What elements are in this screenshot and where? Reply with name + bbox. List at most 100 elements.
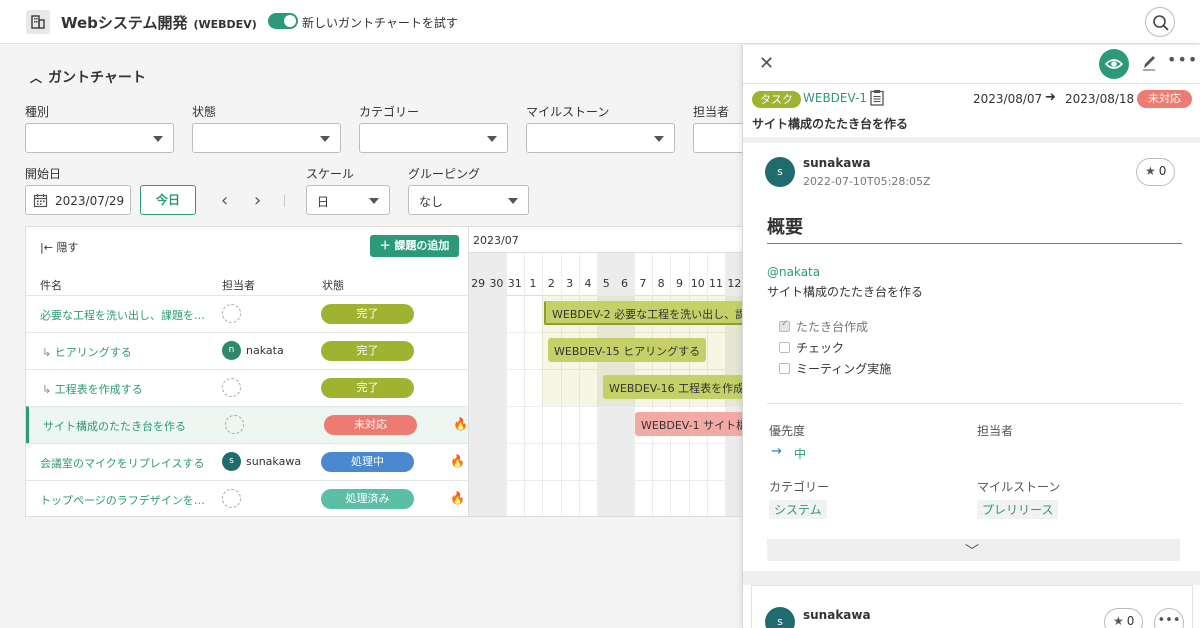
plus-icon: ＋ — [379, 239, 391, 252]
filter-label-assignee: 担当者 — [693, 105, 730, 119]
project-name: Webシステム開発 — [61, 14, 188, 32]
gantt-bar[interactable]: WEBDEV-2 必要な工程を洗い出し、課 — [544, 301, 742, 325]
status-badge[interactable]: 完了 — [321, 341, 414, 361]
scale-label: スケール — [306, 167, 355, 181]
today-button[interactable]: 今日 — [140, 185, 196, 215]
grouping-value: なし — [419, 195, 444, 209]
unassigned-avatar-icon — [222, 378, 241, 397]
filter-select-assignee[interactable] — [693, 123, 742, 153]
filter-select-category[interactable] — [359, 123, 508, 153]
table-row[interactable]: 会議室のマイクをリプレイスする s sunakawa 処理中 🔥 — [26, 443, 468, 480]
chevron-up-icon: ︿ — [30, 71, 43, 85]
star-button[interactable]: ★ 0 — [1104, 608, 1144, 628]
next-arrow-icon[interactable]: › — [254, 190, 261, 211]
milestone-value[interactable]: プレリリース — [977, 500, 1059, 519]
avatar: n — [222, 341, 241, 360]
gantt-bar[interactable]: WEBDEV-15 ヒアリングする — [548, 338, 707, 362]
pencil-icon[interactable] — [1141, 53, 1157, 74]
mention-link[interactable]: @nakata — [767, 265, 820, 279]
timeline-day-label: 2 — [547, 277, 555, 290]
hide-label: 隠す — [56, 241, 79, 254]
category-value[interactable]: システム — [769, 500, 827, 519]
new-gantt-toggle[interactable] — [268, 13, 298, 29]
grouping-label: グルーピング — [408, 167, 481, 181]
caret-down-icon — [508, 198, 518, 204]
timeline-day-column — [505, 253, 524, 516]
expand-attributes-button[interactable]: ﹀ — [767, 539, 1180, 561]
scale-select[interactable]: 日 — [306, 185, 390, 215]
timeline-day-label: 6 — [621, 277, 629, 290]
table-row[interactable]: サイト構成のたたき台を作る 未対応 🔥 — [26, 406, 468, 443]
filter-select-milestone[interactable] — [526, 123, 675, 153]
prev-arrow-icon[interactable]: ‹ — [221, 190, 228, 211]
timeline-day-label: 9 — [675, 277, 683, 290]
status-badge[interactable]: 処理中 — [321, 452, 414, 472]
timeline-day-label: 11 — [709, 277, 724, 290]
grouping-select[interactable]: なし — [408, 185, 529, 215]
more-icon[interactable]: ••• — [1167, 50, 1198, 69]
status-badge[interactable]: 完了 — [321, 378, 414, 398]
eye-icon — [1105, 59, 1123, 69]
column-header-name[interactable]: 件名 — [40, 277, 62, 293]
search-button[interactable] — [1145, 7, 1175, 37]
task-name-link[interactable]: サイト構成のたたき台を作る — [43, 418, 186, 434]
task-name: ヒアリングする — [54, 346, 132, 359]
unassigned-avatar-icon — [225, 415, 244, 434]
status-badge[interactable]: 完了 — [321, 304, 414, 324]
column-header-status[interactable]: 状態 — [322, 277, 344, 293]
add-issue-button[interactable]: ＋ 課題の追加 — [370, 235, 459, 257]
arrow-right-icon: ➜ — [1045, 90, 1056, 105]
table-row[interactable]: 必要な工程を洗い出し、課題を… 完了 — [26, 295, 468, 332]
fire-icon: 🔥 — [453, 417, 468, 431]
project-key: (WEBDEV) — [193, 18, 257, 31]
checkbox-checked[interactable] — [779, 319, 790, 332]
close-icon[interactable]: ✕ — [759, 53, 774, 74]
gantt-section-header[interactable]: ︿ ガントチャート — [30, 67, 146, 87]
gantt-main: ︿ ガントチャート 種別 状態 カテゴリー マイルストーン 担当者 開始日 202… — [0, 45, 742, 628]
issue-key-link[interactable]: WEBDEV-1 — [803, 91, 867, 105]
comment-timestamp: 2022-07-10T05:28:05Z — [803, 175, 931, 188]
status-badge[interactable]: 処理済み — [321, 489, 414, 509]
project-title[interactable]: Webシステム開発 (WEBDEV) — [61, 12, 257, 33]
start-date-input[interactable]: 2023/07/29 — [25, 185, 131, 215]
caret-down-icon — [153, 136, 163, 142]
filter-select-status[interactable] — [192, 123, 341, 153]
task-name-link[interactable]: ↳ 工程表を作成する — [42, 381, 143, 397]
star-button[interactable]: ★ 0 — [1136, 158, 1176, 186]
status-badge[interactable]: 未対応 — [324, 415, 417, 435]
hide-columns-toggle[interactable]: |← 隠す — [40, 239, 78, 255]
star-icon: ★ — [1113, 614, 1124, 628]
watch-button[interactable] — [1099, 49, 1129, 79]
caret-down-icon — [487, 136, 497, 142]
timeline-day-label: 5 — [602, 277, 610, 290]
timeline-day-column — [469, 253, 488, 516]
gantt-bar[interactable]: WEBDEV-16 工程表を作成 — [603, 375, 742, 399]
gantt-section-title: ガントチャート — [48, 70, 146, 86]
task-name-link[interactable]: 必要な工程を洗い出し、課題を… — [40, 307, 205, 323]
checkbox[interactable] — [779, 363, 790, 374]
checklist-item[interactable]: たたき台作成 — [779, 318, 868, 335]
timeline-day-label: 10 — [690, 277, 705, 290]
building-icon[interactable] — [26, 10, 50, 34]
divider — [743, 571, 1200, 585]
priority-value[interactable]: 中 — [789, 444, 811, 463]
column-header-assignee[interactable]: 担当者 — [222, 277, 255, 293]
checklist-item[interactable]: チェック — [779, 339, 844, 356]
table-row[interactable]: ↳ ヒアリングする n nakata 完了 — [26, 332, 468, 369]
divider — [469, 443, 742, 444]
filter-select-type[interactable] — [25, 123, 174, 153]
task-name-link[interactable]: トップページのラフデザインを… — [40, 492, 205, 508]
gantt-bar[interactable]: WEBDEV-1 サイト構 — [635, 412, 742, 436]
status-badge[interactable]: 未対応 — [1137, 90, 1192, 108]
caret-down-icon — [654, 136, 664, 142]
table-row[interactable]: ↳ 工程表を作成する 完了 — [26, 369, 468, 406]
timeline-day-label: 3 — [566, 277, 574, 290]
timeline-day-label: 1 — [529, 277, 537, 290]
task-name-link[interactable]: 会議室のマイクをリプレイスする — [40, 455, 204, 471]
checkbox[interactable] — [779, 342, 790, 353]
checklist-item[interactable]: ミーティング実施 — [779, 360, 891, 377]
table-row[interactable]: トップページのラフデザインを… 処理済み 🔥 — [26, 480, 468, 516]
clipboard-icon[interactable] — [870, 89, 884, 109]
assignee-label: 担当者 — [977, 424, 1014, 438]
task-name-link[interactable]: ↳ ヒアリングする — [42, 344, 132, 360]
